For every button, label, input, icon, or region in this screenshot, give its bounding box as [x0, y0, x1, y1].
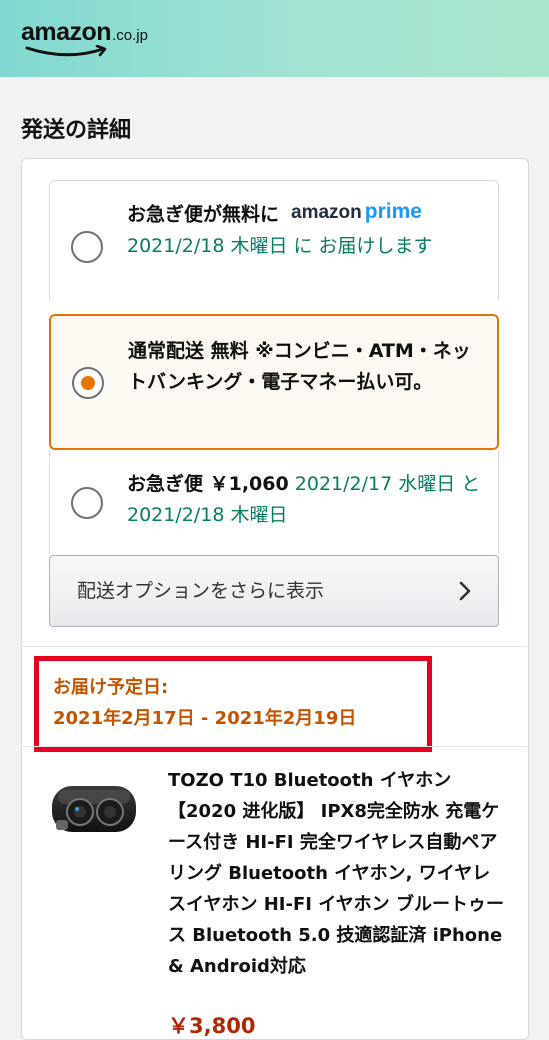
- radio-button-selected[interactable]: [72, 367, 104, 399]
- logo-text: amazon: [21, 18, 112, 46]
- shipping-option-title: お急ぎ便 ￥1,060: [127, 473, 289, 495]
- more-shipping-options-button[interactable]: 配送オプションをさらに表示: [49, 555, 499, 627]
- divider: [21, 746, 527, 747]
- shipping-option-text: お急ぎ便 ￥1,060 2021/2/17 水曜日 と 2021/2/18 木曜…: [127, 469, 482, 531]
- amazon-logo[interactable]: amazon.co.jp: [21, 18, 148, 57]
- more-options-label: 配送オプションをさらに表示: [77, 580, 325, 602]
- chevron-right-icon: [459, 581, 471, 601]
- amazon-smile-icon: [25, 45, 107, 57]
- product-price: ￥3,800: [168, 1014, 256, 1038]
- shipping-option-date: 2021/2/18 木曜日 に お届けします: [127, 235, 433, 257]
- shipping-option-title: 通常配送 無料 ※コンビニ・ATM・ネットバンキング・電子マネー払い可。: [128, 340, 471, 393]
- shipping-option-express-paid[interactable]: お急ぎ便 ￥1,060 2021/2/17 水曜日 と 2021/2/18 木曜…: [49, 450, 499, 554]
- delivery-estimate-range: 2021年2月17日 - 2021年2月19日: [53, 708, 357, 729]
- product-title[interactable]: TOZO T10 Bluetooth イヤホン 【2020 进化版】 IPX8完…: [168, 765, 508, 982]
- delivery-estimate-label: お届け予定日:: [53, 677, 169, 698]
- shipping-option-standard[interactable]: 通常配送 無料 ※コンビニ・ATM・ネットバンキング・電子マネー払い可。: [49, 314, 499, 450]
- radio-button[interactable]: [71, 231, 103, 263]
- app-header: amazon.co.jp: [0, 0, 549, 77]
- logo-tld: .co.jp: [112, 27, 148, 44]
- earbuds-product-image[interactable]: [46, 780, 142, 840]
- amazon-prime-badge: amazon prime: [291, 200, 422, 223]
- page-title: 発送の詳細: [21, 118, 132, 143]
- shipping-option-express-free-prime[interactable]: お急ぎ便が無料に amazon prime 2021/2/18 木曜日 に お届けし…: [49, 180, 499, 300]
- delivery-estimate-highlight: お届け予定日: 2021年2月17日 - 2021年2月19日: [34, 656, 432, 752]
- divider: [21, 646, 527, 647]
- radio-button[interactable]: [71, 487, 103, 519]
- shipping-option-text: お急ぎ便が無料に amazon prime 2021/2/18 木曜日 に お届けし…: [127, 199, 482, 262]
- shipping-option-title: お急ぎ便が無料に: [127, 203, 280, 226]
